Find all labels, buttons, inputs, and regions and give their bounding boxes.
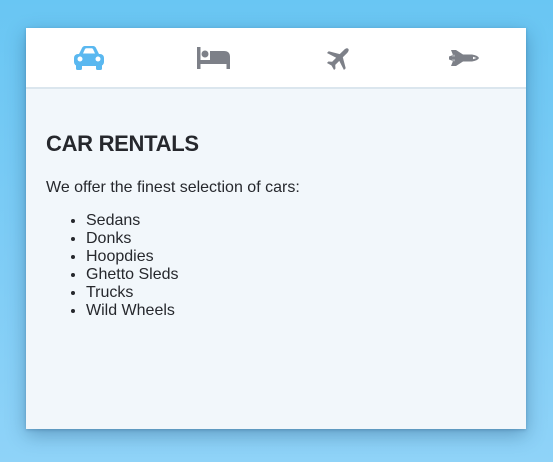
tab-hotels[interactable] [151,28,276,87]
panel-intro: We offer the finest selection of cars: [46,179,300,196]
list-item: Ghetto Sleds [86,266,506,284]
list-item: Sedans [86,212,506,230]
list-item: Hoopdies [86,248,506,266]
space-shuttle-icon [448,49,479,66]
tab-space[interactable] [401,28,526,87]
tabbed-card: CAR RENTALS We offer the finest selectio… [26,28,526,429]
car-type-list: Sedans Donks Hoopdies Ghetto Sleds Truck… [46,212,506,320]
list-item: Wild Wheels [86,302,506,320]
tab-car-rentals[interactable] [26,28,151,87]
tab-panel-car-rentals: CAR RENTALS We offer the finest selectio… [26,130,526,320]
bed-icon [197,46,230,69]
list-item: Trucks [86,284,506,302]
car-icon [73,45,104,70]
tab-bar [26,28,526,89]
tab-flights[interactable] [276,28,401,87]
list-item: Donks [86,230,506,248]
plane-icon [326,47,349,70]
panel-title: CAR RENTALS [46,131,199,156]
